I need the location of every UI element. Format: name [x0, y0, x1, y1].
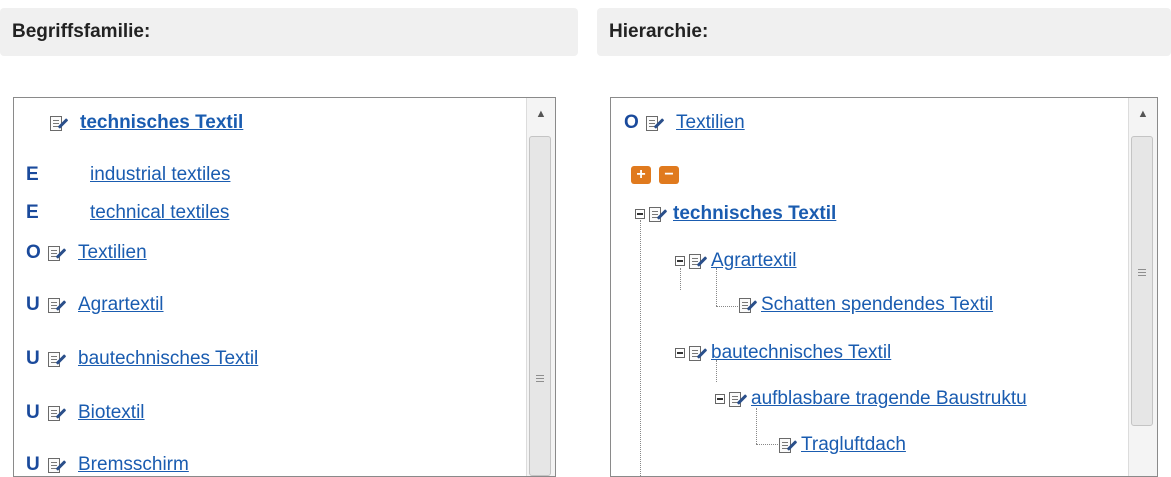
edit-icon[interactable] [727, 389, 749, 409]
tree-node: Agrartextil [675, 250, 797, 272]
term-link[interactable]: bautechnisches Textil [78, 348, 258, 370]
term-link[interactable]: aufblasbare tragende Baustruktu [751, 388, 1027, 410]
edit-icon[interactable] [737, 295, 759, 315]
tree-collapse-icon[interactable] [635, 209, 645, 219]
relation-code: U [26, 402, 40, 423]
term-link[interactable]: Textilien [676, 112, 745, 134]
tree-collapse-icon[interactable] [715, 394, 725, 404]
scroll-up-icon[interactable]: ▲ [527, 106, 555, 122]
begriffsfamilie-header: Begriffsfamilie: [0, 8, 578, 56]
list-item: O Textilien [26, 242, 147, 264]
list-item: U bautechnisches Textil [26, 348, 258, 370]
tree-connector [716, 306, 738, 307]
hierarchie-header: Hierarchie: [597, 8, 1171, 56]
tree-collapse-icon[interactable] [675, 348, 685, 358]
vertical-scrollbar[interactable]: ▲ [1128, 98, 1157, 476]
relation-code: U [26, 454, 40, 475]
tree-node: Schatten spendendes Textil [737, 294, 993, 316]
relation-code: O [624, 112, 639, 133]
scroll-grip-icon [1138, 269, 1146, 278]
hierarchie-title: Hierarchie: [609, 21, 709, 42]
list-item: U Biotextil [26, 402, 145, 424]
list-item: E industrial textiles [26, 164, 230, 186]
begriffsfamilie-panel: technisches Textil E industrial textiles… [13, 97, 556, 477]
relation-code: U [26, 294, 40, 315]
edit-icon[interactable] [46, 403, 68, 423]
relation-code: O [26, 242, 41, 263]
scroll-grip-icon [536, 375, 544, 384]
collapse-icon[interactable]: − [659, 166, 679, 184]
edit-icon[interactable] [46, 295, 68, 315]
relation-code: U [26, 348, 40, 369]
term-link[interactable]: technisches Textil [673, 203, 836, 225]
tree-connector [716, 268, 717, 306]
list-item: technisches Textil [48, 112, 243, 134]
relation-code: E [26, 202, 39, 223]
tree-node: technisches Textil [635, 203, 836, 225]
list-item: E technical textiles [26, 202, 229, 224]
list-item: U Agrartextil [26, 294, 164, 316]
term-link[interactable]: Agrartextil [711, 250, 797, 272]
begriffsfamilie-title: Begriffsfamilie: [12, 21, 151, 42]
edit-icon[interactable] [777, 435, 799, 455]
scroll-thumb[interactable] [1131, 136, 1153, 426]
term-link[interactable]: industrial textiles [90, 164, 230, 186]
term-link[interactable]: Agrartextil [78, 294, 164, 316]
term-link[interactable]: bautechnisches Textil [711, 342, 891, 364]
edit-icon[interactable] [46, 349, 68, 369]
edit-icon[interactable] [644, 113, 666, 133]
term-link[interactable]: Schatten spendendes Textil [761, 294, 993, 316]
expand-icon[interactable]: + [631, 166, 651, 184]
tree-node: aufblasbare tragende Baustruktu [715, 388, 1027, 410]
term-link[interactable]: Biotextil [78, 402, 145, 424]
tree-connector [640, 220, 641, 476]
edit-icon[interactable] [687, 251, 709, 271]
tree-node: Tragluftdach [777, 434, 906, 456]
term-link[interactable]: Textilien [78, 242, 147, 264]
tree-connector [756, 408, 757, 444]
term-link[interactable]: technical textiles [90, 202, 229, 224]
scroll-thumb[interactable] [529, 136, 551, 476]
edit-icon[interactable] [687, 343, 709, 363]
edit-icon[interactable] [46, 455, 68, 475]
edit-icon[interactable] [46, 243, 68, 263]
vertical-scrollbar[interactable]: ▲ [526, 98, 555, 476]
tree-root: O Textilien [624, 112, 745, 134]
list-item: U Bremsschirm [26, 454, 189, 476]
hierarchie-panel: O Textilien + − technisches Textil Agrar… [610, 97, 1158, 477]
term-link[interactable]: technisches Textil [80, 112, 243, 134]
edit-icon[interactable] [647, 204, 669, 224]
relation-code: E [26, 164, 39, 185]
tree-connector [756, 444, 778, 445]
tree-node: bautechnisches Textil [675, 342, 891, 364]
tree-collapse-icon[interactable] [675, 256, 685, 266]
term-link[interactable]: Bremsschirm [78, 454, 189, 476]
term-link[interactable]: Tragluftdach [801, 434, 906, 456]
edit-icon[interactable] [48, 113, 70, 133]
scroll-up-icon[interactable]: ▲ [1129, 106, 1157, 122]
